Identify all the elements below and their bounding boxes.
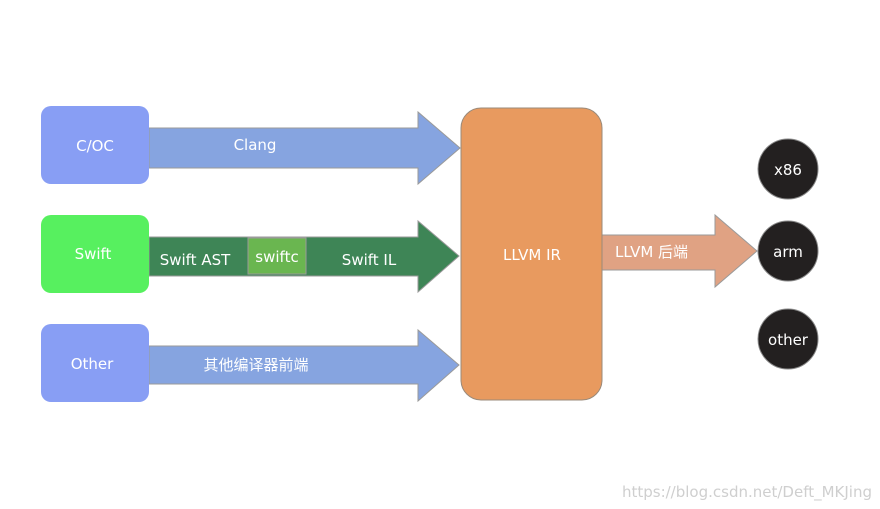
clang-arrow: [148, 110, 461, 186]
other-frontend-label: 其他编译器前端: [203, 356, 308, 374]
swiftc-label: swiftc: [255, 248, 298, 266]
llvm-ir-label: LLVM IR: [503, 246, 561, 264]
watermark: https://blog.csdn.net/Deft_MKJing: [622, 483, 872, 502]
llvm-architecture-diagram: Clang Swift AST swiftc Swift IL 其他编译器前端 …: [41, 106, 872, 502]
target-other-label: other: [768, 331, 809, 349]
target-x86-label: x86: [774, 161, 802, 179]
source-swift-label: Swift: [75, 245, 112, 263]
source-other-label: Other: [71, 355, 114, 373]
backend-label: LLVM 后端: [615, 243, 688, 261]
target-arm-label: arm: [773, 243, 803, 261]
source-coc-label: C/OC: [76, 137, 114, 155]
swift-ast-label: Swift AST: [160, 251, 231, 269]
clang-label: Clang: [234, 136, 277, 154]
swift-il-label: Swift IL: [342, 251, 397, 269]
